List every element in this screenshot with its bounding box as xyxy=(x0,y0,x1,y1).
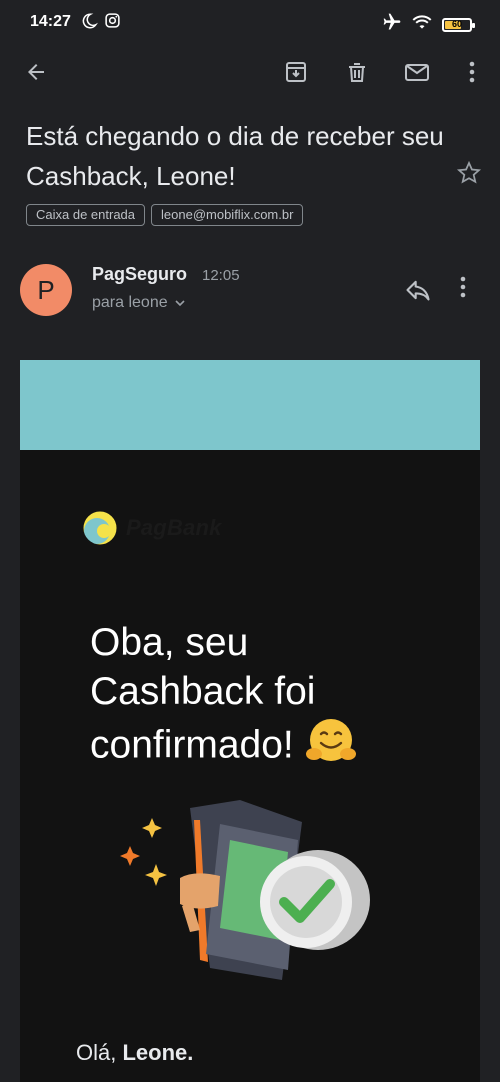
greeting: Olá, Leone. xyxy=(76,1040,193,1066)
moon-icon xyxy=(80,12,98,35)
battery-icon: 60 xyxy=(442,17,475,32)
header-banner xyxy=(20,360,480,450)
airplane-icon xyxy=(382,12,402,37)
chevron-down-icon xyxy=(175,300,185,307)
label-chip-account[interactable]: leone@mobiflix.com.br xyxy=(151,204,304,226)
pagbank-logo-icon xyxy=(82,510,118,546)
label-chips: Caixa de entrada leone@mobiflix.com.br xyxy=(26,204,304,226)
battery-tip xyxy=(472,22,475,28)
sender-name: PagSeguro xyxy=(92,264,188,284)
email-toolbar xyxy=(0,48,500,96)
label-chip-inbox[interactable]: Caixa de entrada xyxy=(26,204,146,226)
mark-unread-button[interactable] xyxy=(403,58,431,86)
wifi-icon xyxy=(412,13,432,36)
message-more-button[interactable] xyxy=(460,276,484,306)
hugging-face-emoji-icon xyxy=(305,716,357,778)
greeting-prefix: Olá, xyxy=(76,1040,123,1065)
pagbank-logo: PagBank xyxy=(80,508,222,548)
back-button[interactable] xyxy=(22,58,50,86)
reply-button[interactable] xyxy=(404,276,434,306)
more-options-button[interactable] xyxy=(458,58,486,86)
sent-time: 12:05 xyxy=(202,267,240,284)
archive-button[interactable] xyxy=(282,58,310,86)
cashback-illustration xyxy=(110,790,380,990)
headline-text: Oba, seu Cashback foi confirmado! xyxy=(90,621,316,767)
mark-unread-icon xyxy=(405,64,429,81)
status-bar: 14:27 60 xyxy=(0,0,500,44)
email-body: PagBank Oba, seu Cashback foi confirmado… xyxy=(20,360,480,1082)
status-icons-left xyxy=(80,12,121,35)
status-time: 14:27 xyxy=(30,13,71,30)
brand-name: PagBank xyxy=(126,515,222,540)
status-icons-right: 60 xyxy=(382,12,475,37)
battery-level: 60 xyxy=(451,18,462,29)
sender-row: P PagSeguro 12:05 para leone xyxy=(20,264,490,318)
avatar[interactable]: P xyxy=(20,264,72,316)
back-arrow-icon xyxy=(28,64,44,80)
email-subject: Está chegando o dia de receber seu Cashb… xyxy=(26,121,444,191)
reply-icon xyxy=(406,280,430,301)
more-vert-icon xyxy=(469,61,475,83)
headline: Oba, seu Cashback foi confirmado! xyxy=(90,618,420,778)
more-vert-icon xyxy=(460,276,466,298)
recipient-details-toggle[interactable]: para leone xyxy=(92,294,186,312)
star-outline-icon xyxy=(456,160,482,184)
delete-button[interactable] xyxy=(343,58,371,86)
recipient-label: para leone xyxy=(92,294,168,311)
star-button[interactable] xyxy=(456,160,482,186)
greeting-name: Leone. xyxy=(122,1040,194,1065)
delete-icon xyxy=(349,63,365,82)
instagram-icon xyxy=(104,12,121,35)
archive-icon xyxy=(286,62,306,82)
